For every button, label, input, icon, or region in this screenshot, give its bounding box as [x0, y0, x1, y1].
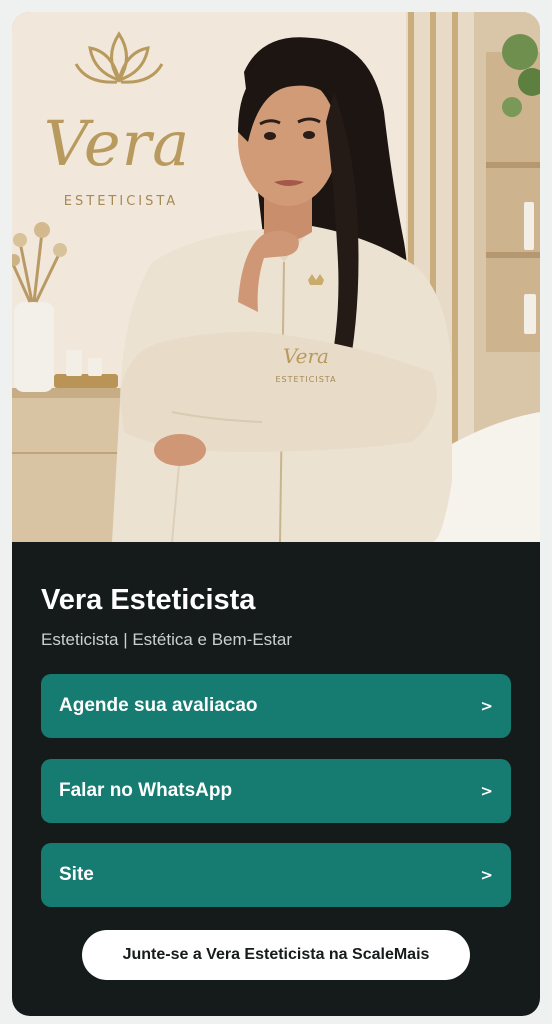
hero-logo-subtext: ESTETICISTA [63, 194, 179, 209]
join-label: Junte-se a Vera Esteticista na ScaleMais [122, 946, 430, 963]
link-label: Falar no WhatsApp [59, 780, 233, 801]
chevron-right-icon: > [480, 697, 493, 715]
profile-name: Vera Esteticista [41, 584, 256, 616]
link-label: Agende sua avaliacao [59, 695, 258, 716]
schedule-evaluation-button[interactable]: Agende sua avaliacao > [41, 674, 511, 738]
profile-card: Vera ESTETICISTA Vera ESTETICISTA Vera E… [12, 12, 540, 1016]
link-label: Site [59, 864, 94, 885]
hero-logo-text: Vera [43, 107, 191, 180]
page: Vera ESTETICISTA Vera ESTETICISTA Vera E… [0, 0, 552, 1024]
jacket-logo-text: Vera [283, 344, 329, 368]
profile-photo: Vera ESTETICISTA Vera ESTETICISTA [12, 12, 540, 542]
chevron-right-icon: > [480, 866, 493, 884]
whatsapp-button[interactable]: Falar no WhatsApp > [41, 759, 511, 823]
site-button[interactable]: Site > [41, 843, 511, 907]
profile-subtitle: Esteticista | Estética e Bem-Estar [41, 630, 292, 649]
join-scalemais-button[interactable]: Junte-se a Vera Esteticista na ScaleMais [82, 930, 470, 980]
jacket-logo-subtext: ESTETICISTA [275, 375, 337, 384]
chevron-right-icon: > [480, 782, 493, 800]
